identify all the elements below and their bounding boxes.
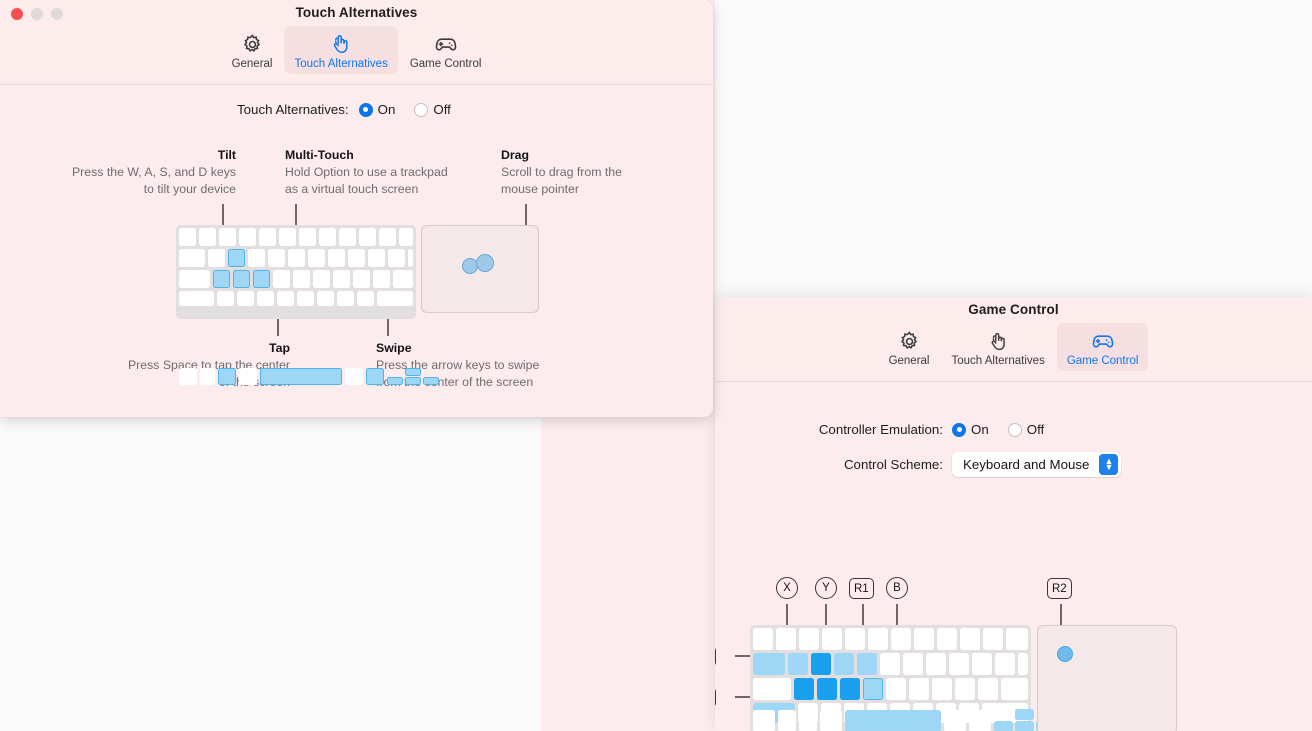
tab-general[interactable]: General bbox=[222, 26, 283, 74]
tab-game-control[interactable]: Game Control bbox=[400, 26, 492, 74]
window-touch-alternatives[interactable]: Touch Alternatives General Touch Alterna… bbox=[0, 0, 713, 417]
tab-game-control[interactable]: Game Control bbox=[1056, 323, 1149, 371]
trackpad-illustration bbox=[1037, 625, 1177, 731]
key-arrow-down-highlight bbox=[405, 377, 421, 385]
tab-general-label: General bbox=[888, 355, 930, 367]
key-arrow-right-highlight bbox=[423, 377, 439, 385]
gamepad-icon bbox=[1090, 328, 1116, 354]
key-a-highlight bbox=[794, 678, 814, 700]
key-e-highlight bbox=[834, 653, 854, 675]
tab-touch-alternatives[interactable]: Touch Alternatives bbox=[941, 323, 1054, 371]
badge-y: Y bbox=[815, 577, 837, 599]
badge-r1: R1 bbox=[849, 578, 874, 599]
key-d-highlight bbox=[840, 678, 860, 700]
window-title-game-control: Game Control bbox=[968, 302, 1059, 317]
key-space-highlight bbox=[260, 368, 342, 385]
key-f-highlight bbox=[863, 678, 883, 700]
tab-game-control-label: Game Control bbox=[1066, 355, 1139, 367]
key-shift-highlight bbox=[753, 703, 795, 723]
badge-b: B bbox=[886, 577, 908, 599]
tab-game-control-label: Game Control bbox=[409, 58, 482, 70]
gear-icon bbox=[241, 31, 264, 57]
tab-touch-alternatives-label: Touch Alternatives bbox=[294, 58, 388, 70]
tab-touch-alternatives[interactable]: Touch Alternatives bbox=[284, 26, 398, 74]
key-tab-highlight bbox=[753, 653, 785, 675]
key-option-right-highlight bbox=[366, 368, 384, 385]
titlebar-touch-alternatives[interactable]: Touch Alternatives General Touch Alterna… bbox=[0, 0, 713, 85]
key-arrow-left-highlight bbox=[387, 377, 403, 385]
right-stick-dot bbox=[1057, 646, 1073, 662]
background-panel-left bbox=[0, 418, 541, 731]
key-q-highlight bbox=[788, 653, 808, 675]
titlebar-game-control[interactable]: Game Control General Touch Alternatives … bbox=[715, 297, 1312, 382]
trackpad-illustration bbox=[421, 225, 539, 313]
badge-r2: R2 bbox=[1047, 578, 1072, 599]
background-panel-right bbox=[715, 0, 1312, 305]
touch-hand-icon bbox=[987, 328, 1010, 354]
game-control-content: Controller Emulation: On Off Control Sch… bbox=[715, 382, 1312, 731]
key-r-highlight bbox=[857, 653, 877, 675]
touch-hand-icon bbox=[329, 31, 353, 57]
window-game-control[interactable]: Game Control General Touch Alternatives … bbox=[715, 297, 1312, 731]
keyboard-illustration bbox=[750, 625, 1031, 731]
key-w-highlight bbox=[811, 653, 831, 675]
tabbar-game-control[interactable]: General Touch Alternatives Game Control bbox=[715, 323, 1312, 371]
tab-general-label: General bbox=[231, 58, 273, 70]
key-option-left-highlight bbox=[218, 368, 236, 385]
window-title-touch-alternatives: Touch Alternatives bbox=[295, 5, 418, 20]
tab-touch-alternatives-label: Touch Alternatives bbox=[951, 355, 1045, 367]
tabbar-touch-alternatives[interactable]: General Touch Alternatives Game Control bbox=[0, 26, 713, 74]
touch-dot-right bbox=[476, 254, 494, 272]
key-s-highlight bbox=[817, 678, 837, 700]
badge-x: X bbox=[776, 577, 798, 599]
key-arrow-up-highlight bbox=[405, 368, 421, 376]
gear-icon bbox=[898, 328, 921, 354]
keyboard-bottom-row bbox=[176, 225, 439, 385]
tab-general[interactable]: General bbox=[879, 323, 940, 371]
gamepad-icon bbox=[433, 31, 459, 57]
touch-alternatives-content: Touch Alternatives: On Off Tilt Press th… bbox=[0, 85, 713, 417]
